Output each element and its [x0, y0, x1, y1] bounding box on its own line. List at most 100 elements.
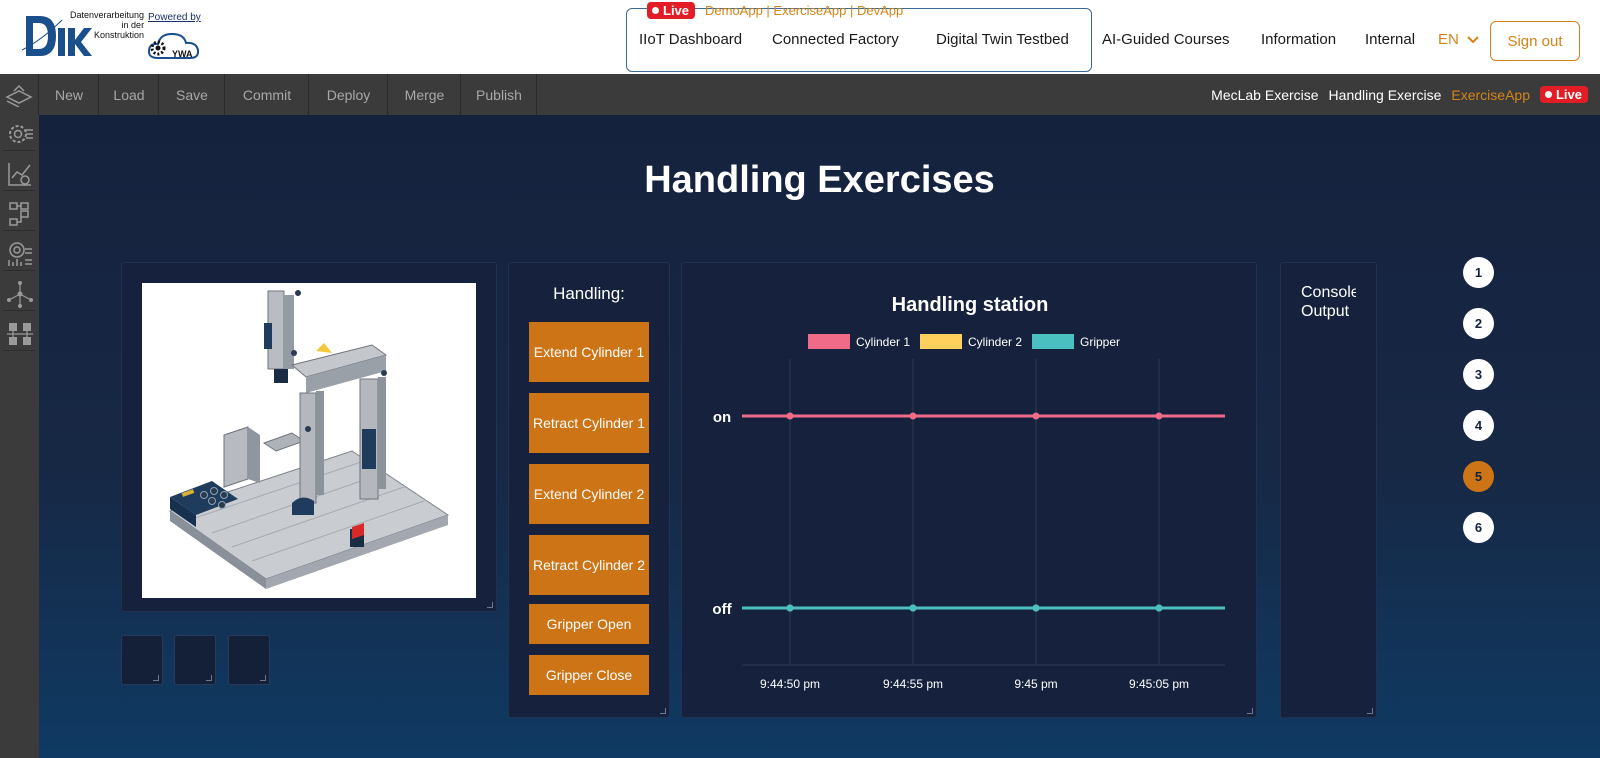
resize-handle-icon[interactable]: [487, 602, 493, 608]
legend-swatch-2[interactable]: [1032, 334, 1074, 349]
deploy-button[interactable]: Deploy: [310, 74, 388, 115]
gripper-close-button[interactable]: Gripper Close: [529, 655, 649, 695]
y-tick-on: on: [713, 409, 731, 426]
network-icon[interactable]: [3, 277, 36, 311]
x-tick-0: 9:44:50 pm: [760, 677, 820, 691]
nav-digital-twin-testbed[interactable]: Digital Twin Testbed: [936, 31, 1069, 48]
x-tick-1: 9:44:55 pm: [883, 677, 943, 691]
hierarchy-icon[interactable]: [3, 317, 36, 351]
logo-text: Datenverarbeitung in der Konstruktion: [70, 10, 144, 40]
series-point-2-0[interactable]: [786, 604, 794, 612]
breadcrumb-exerciseapp[interactable]: ExerciseApp: [1451, 87, 1530, 103]
gear-chip-icon[interactable]: [3, 117, 36, 151]
ywa-cloud-icon: YWA: [147, 32, 200, 59]
new-button[interactable]: New: [40, 74, 99, 115]
series-point-2-1[interactable]: [909, 604, 917, 612]
handling-controls-panel: Handling: Extend Cylinder 1 Retract Cyli…: [508, 262, 670, 718]
left-sidebar: [0, 115, 39, 758]
legend-swatch-1[interactable]: [920, 334, 962, 349]
toolbar-menu-button[interactable]: [0, 74, 39, 115]
extend-cylinder-1-button[interactable]: Extend Cylinder 1: [529, 322, 649, 382]
nav-internal[interactable]: Internal: [1365, 31, 1415, 48]
extend-cylinder-2-button[interactable]: Extend Cylinder 2: [529, 464, 649, 524]
legend-label-0[interactable]: Cylinder 1: [856, 335, 910, 349]
chart-settings-icon[interactable]: [3, 157, 36, 191]
gripper-open-button[interactable]: Gripper Open: [529, 604, 649, 644]
nav-iiot-dashboard[interactable]: IIoT Dashboard: [639, 31, 742, 48]
handling-station-image: [142, 283, 476, 598]
legend-label-1[interactable]: Cylinder 2: [968, 335, 1022, 349]
series-point-2-2[interactable]: [1032, 604, 1040, 612]
handling-label: Handling:: [553, 284, 625, 303]
step-1-button[interactable]: 1: [1463, 257, 1494, 288]
console-output-panel: Console Output: [1280, 262, 1377, 718]
resize-handle-icon[interactable]: [1247, 708, 1253, 714]
legend-swatch-0[interactable]: [808, 334, 850, 349]
breadcrumb-meclab-exercise[interactable]: MecLab Exercise: [1211, 87, 1318, 103]
load-button[interactable]: Load: [100, 74, 159, 115]
main-canvas: Handling Exercises Handling: Extend Cyli…: [39, 115, 1600, 758]
language-selector[interactable]: EN: [1438, 31, 1479, 48]
flowchart-icon[interactable]: [3, 197, 36, 231]
sign-out-button[interactable]: Sign out: [1490, 21, 1580, 61]
handling-station-chart: Handling station Cylinder 1 Cylinder 2 Grip…: [712, 294, 1225, 691]
legend-label-2[interactable]: Gripper: [1080, 335, 1120, 349]
toolbar-live-label: Live: [1555, 87, 1582, 102]
step-3-button[interactable]: 3: [1463, 359, 1494, 390]
handling-station-chart-panel: Handling station Cylinder 1 Cylinder 2 Grip…: [681, 262, 1257, 718]
ywa-logo[interactable]: YWA: [144, 28, 204, 62]
layers-icon: [5, 84, 33, 107]
toolbar-live-badge: Live: [1539, 86, 1588, 103]
series-point-2-3[interactable]: [1155, 604, 1163, 612]
apps-link[interactable]: DemoApp | ExerciseApp | DevApp: [705, 3, 903, 18]
logo-line-2: in der: [121, 20, 145, 30]
logo-line-3: Konstruktion: [94, 30, 145, 40]
live-badge: Live: [647, 2, 696, 19]
x-tick-2: 9:45 pm: [1014, 677, 1057, 691]
nav-ai-guided-courses[interactable]: AI-Guided Courses: [1102, 31, 1230, 48]
step-2-button[interactable]: 2: [1463, 308, 1494, 339]
merge-button[interactable]: Merge: [389, 74, 461, 115]
step-5-button[interactable]: 5: [1463, 461, 1494, 492]
chart-title: Handling station: [892, 294, 1049, 316]
step-4-button[interactable]: 4: [1463, 410, 1494, 441]
dashboard-settings-icon[interactable]: [3, 237, 36, 271]
commit-button[interactable]: Commit: [226, 74, 309, 115]
resize-handle-icon[interactable]: [206, 675, 212, 681]
series-point-0-0[interactable]: [786, 412, 794, 420]
live-dot-icon: [1544, 91, 1552, 98]
logo-line-1: Datenverarbeitung: [70, 10, 145, 20]
nav-connected-factory[interactable]: Connected Factory: [772, 31, 899, 48]
top-header: Datenverarbeitung in der Konstruktion Po…: [0, 0, 1600, 74]
resize-handle-icon[interactable]: [153, 675, 159, 681]
breadcrumb: MecLab Exercise Handling Exercise Exerci…: [1211, 74, 1588, 115]
powered-by-link[interactable]: Powered by: [148, 12, 201, 23]
step-6-button[interactable]: 6: [1463, 512, 1494, 543]
language-label: EN: [1438, 31, 1459, 48]
resize-handle-icon[interactable]: [260, 675, 266, 681]
station-image-panel: [121, 262, 497, 612]
nav-information[interactable]: Information: [1261, 31, 1336, 48]
empty-widget-2[interactable]: [174, 635, 216, 685]
series-point-0-2[interactable]: [1032, 412, 1040, 420]
resize-handle-icon[interactable]: [660, 708, 666, 714]
empty-widget-3[interactable]: [228, 635, 270, 685]
save-button[interactable]: Save: [160, 74, 225, 115]
retract-cylinder-2-button[interactable]: Retract Cylinder 2: [529, 535, 649, 595]
retract-cylinder-1-button[interactable]: Retract Cylinder 1: [529, 393, 649, 453]
editor-toolbar: New Load Save Commit Deploy Merge Publis…: [0, 74, 1600, 115]
empty-widget-1[interactable]: [121, 635, 163, 685]
breadcrumb-handling-exercise[interactable]: Handling Exercise: [1329, 87, 1442, 103]
dik-logo[interactable]: Datenverarbeitung in der Konstruktion: [21, 10, 144, 64]
live-dot-icon: [652, 7, 659, 14]
series-point-0-1[interactable]: [909, 412, 917, 420]
page-title: Handling Exercises: [644, 159, 995, 201]
publish-button[interactable]: Publish: [462, 74, 537, 115]
console-output-label: Console Output: [1301, 284, 1356, 320]
chevron-down-icon: [1467, 36, 1479, 44]
x-tick-3: 9:45:05 pm: [1129, 677, 1189, 691]
handling-station-illustration: [168, 290, 450, 589]
resize-handle-icon[interactable]: [1367, 708, 1373, 714]
y-tick-off: off: [712, 601, 732, 618]
series-point-0-3[interactable]: [1155, 412, 1163, 420]
